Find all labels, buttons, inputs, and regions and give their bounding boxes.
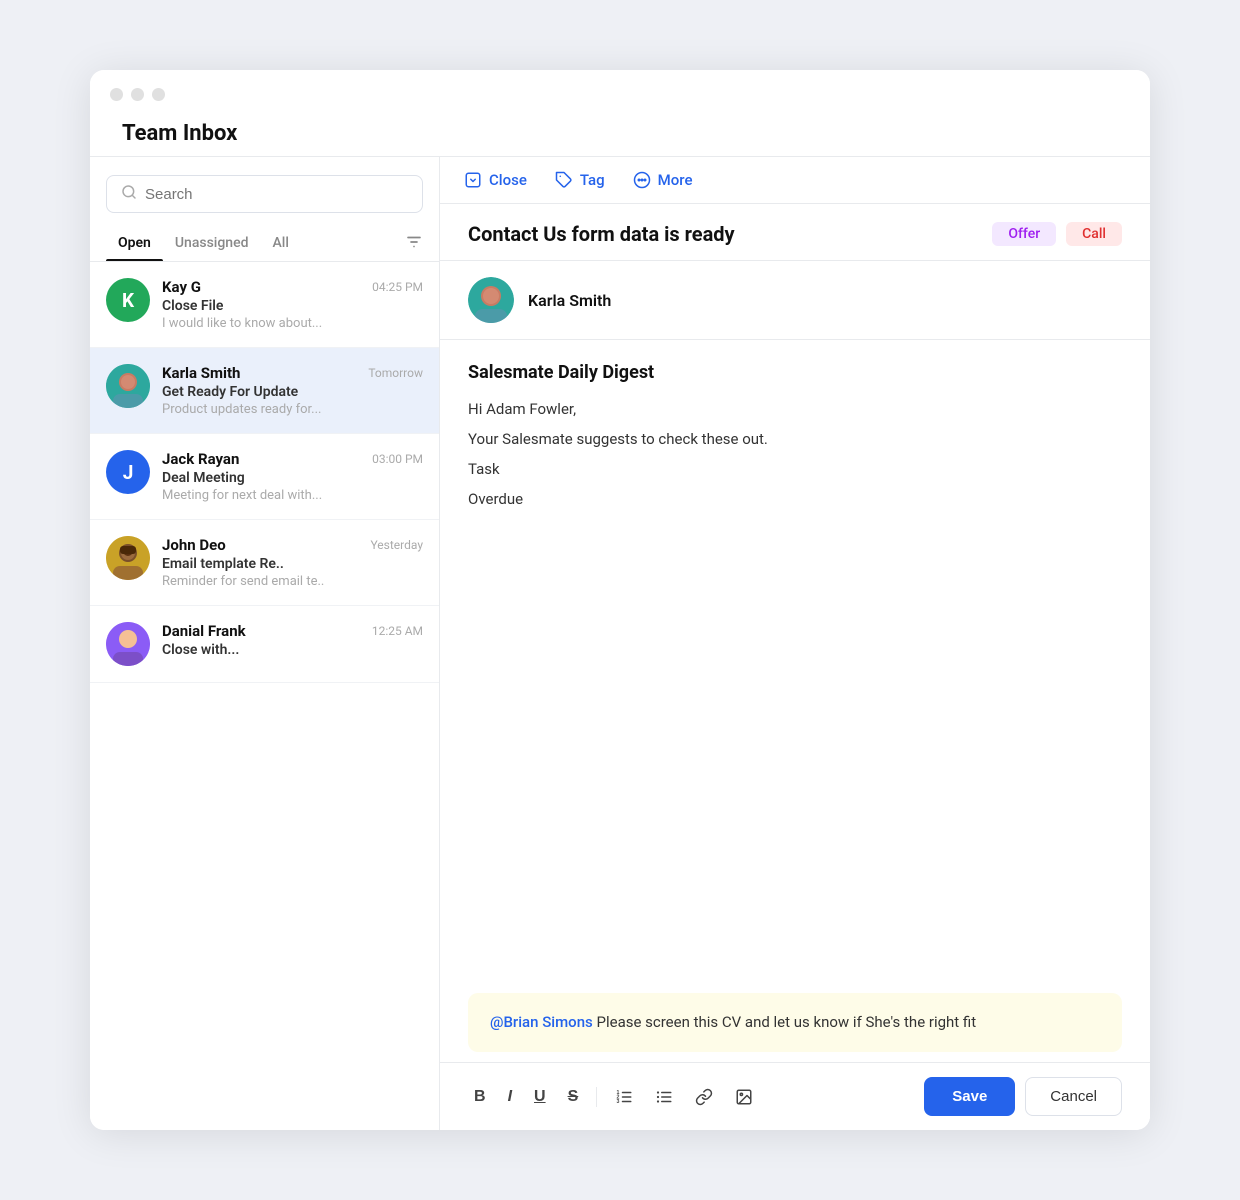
italic-button[interactable]: I (502, 1084, 518, 1110)
tab-unassigned[interactable]: Unassigned (163, 227, 261, 261)
line3: Overdue (468, 487, 1122, 511)
ordered-list-button[interactable]: 1 2 3 (609, 1084, 639, 1110)
left-panel: Open Unassigned All K Kay G (90, 157, 440, 1130)
conversation-list: K Kay G 04:25 PM Close File I would like… (90, 262, 439, 1130)
tabs-row: Open Unassigned All (90, 223, 439, 262)
titlebar (90, 70, 1150, 111)
save-button[interactable]: Save (924, 1077, 1015, 1116)
avatar (106, 536, 150, 580)
traffic-dot-2 (131, 88, 144, 101)
right-panel: Close Tag More (440, 157, 1150, 1130)
list-item[interactable]: Karla Smith Tomorrow Get Ready For Updat… (90, 348, 439, 434)
conv-body: John Deo Yesterday Email template Re.. R… (162, 536, 423, 589)
email-subject-line: Salesmate Daily Digest (468, 362, 1122, 383)
filter-icon[interactable] (405, 233, 423, 256)
conv-subject: Email template Re.. (162, 556, 423, 572)
bold-button[interactable]: B (468, 1084, 492, 1110)
unordered-list-button[interactable] (649, 1084, 679, 1110)
conv-preview: Reminder for send email te.. (162, 574, 423, 589)
note-box: @Brian Simons Please screen this CV and … (468, 993, 1122, 1052)
conv-preview: I would like to know about... (162, 316, 423, 331)
email-body: Salesmate Daily Digest Hi Adam Fowler, Y… (440, 340, 1150, 975)
svg-text:3: 3 (617, 1099, 620, 1105)
search-icon (121, 184, 137, 204)
badge-call[interactable]: Call (1066, 222, 1122, 246)
sender-name: Karla Smith (528, 291, 611, 310)
more-label: More (658, 171, 693, 189)
conv-name: Jack Rayan (162, 450, 239, 468)
conv-preview: Meeting for next deal with... (162, 488, 423, 503)
search-input[interactable] (145, 186, 408, 203)
avatar: K (106, 278, 150, 322)
email-header: Contact Us form data is ready Offer Call (440, 204, 1150, 261)
app-header: Team Inbox (90, 111, 1150, 156)
editor-toolbar: B I U S 1 2 3 (440, 1062, 1150, 1130)
link-button[interactable] (689, 1084, 719, 1110)
list-item[interactable]: Danial Frank 12:25 AM Close with... (90, 606, 439, 683)
list-item[interactable]: J Jack Rayan 03:00 PM Deal Meeting Meeti… (90, 434, 439, 520)
conv-subject: Close with... (162, 642, 423, 658)
avatar: J (106, 450, 150, 494)
conv-time: 03:00 PM (372, 452, 423, 466)
traffic-dot-3 (152, 88, 165, 101)
badge-offer[interactable]: Offer (992, 222, 1056, 246)
conv-body: Jack Rayan 03:00 PM Deal Meeting Meeting… (162, 450, 423, 503)
conv-name: Danial Frank (162, 622, 246, 640)
email-text: Hi Adam Fowler, Your Salesmate suggests … (468, 397, 1122, 511)
conv-name: John Deo (162, 536, 226, 554)
conv-time: Tomorrow (368, 366, 423, 380)
cancel-button[interactable]: Cancel (1025, 1077, 1122, 1116)
strikethrough-button[interactable]: S (562, 1084, 585, 1110)
tab-open[interactable]: Open (106, 227, 163, 261)
app-window: Team Inbox Open Unassigned (90, 70, 1150, 1130)
action-btns: Save Cancel (924, 1077, 1122, 1116)
main-layout: Open Unassigned All K Kay G (90, 156, 1150, 1130)
conv-body: Kay G 04:25 PM Close File I would like t… (162, 278, 423, 331)
line2: Task (468, 457, 1122, 481)
note-mention[interactable]: @Brian Simons (490, 1013, 593, 1031)
conv-name: Kay G (162, 278, 201, 296)
underline-button[interactable]: U (528, 1084, 552, 1110)
conv-subject: Get Ready For Update (162, 384, 423, 400)
more-button[interactable]: More (633, 171, 693, 189)
sender-avatar (468, 277, 514, 323)
email-badges: Offer Call (992, 222, 1122, 246)
tag-label: Tag (580, 171, 605, 189)
avatar (106, 622, 150, 666)
tab-all[interactable]: All (261, 227, 301, 261)
avatar (106, 364, 150, 408)
close-label: Close (489, 171, 527, 189)
conv-name: Karla Smith (162, 364, 240, 382)
conv-subject: Deal Meeting (162, 470, 423, 486)
conv-time: 12:25 AM (372, 624, 423, 638)
right-toolbar: Close Tag More (440, 157, 1150, 204)
traffic-dot-1 (110, 88, 123, 101)
conv-body: Danial Frank 12:25 AM Close with... (162, 622, 423, 660)
sender-row: Karla Smith (440, 261, 1150, 340)
conv-time: 04:25 PM (372, 280, 423, 294)
greeting: Hi Adam Fowler, (468, 397, 1122, 421)
conv-preview: Product updates ready for... (162, 402, 423, 417)
list-item[interactable]: John Deo Yesterday Email template Re.. R… (90, 520, 439, 606)
email-title: Contact Us form data is ready (468, 222, 735, 246)
conv-time: Yesterday (370, 538, 423, 552)
note-text: Please screen this CV and let us know if… (593, 1013, 976, 1031)
list-item[interactable]: K Kay G 04:25 PM Close File I would like… (90, 262, 439, 348)
search-bar (90, 157, 439, 223)
search-input-wrap[interactable] (106, 175, 423, 213)
editor-separator-1 (596, 1087, 597, 1107)
conv-body: Karla Smith Tomorrow Get Ready For Updat… (162, 364, 423, 417)
close-button[interactable]: Close (464, 171, 527, 189)
image-button[interactable] (729, 1084, 759, 1110)
conv-subject: Close File (162, 298, 423, 314)
tag-button[interactable]: Tag (555, 171, 605, 189)
app-title: Team Inbox (110, 111, 1150, 156)
line1: Your Salesmate suggests to check these o… (468, 427, 1122, 451)
